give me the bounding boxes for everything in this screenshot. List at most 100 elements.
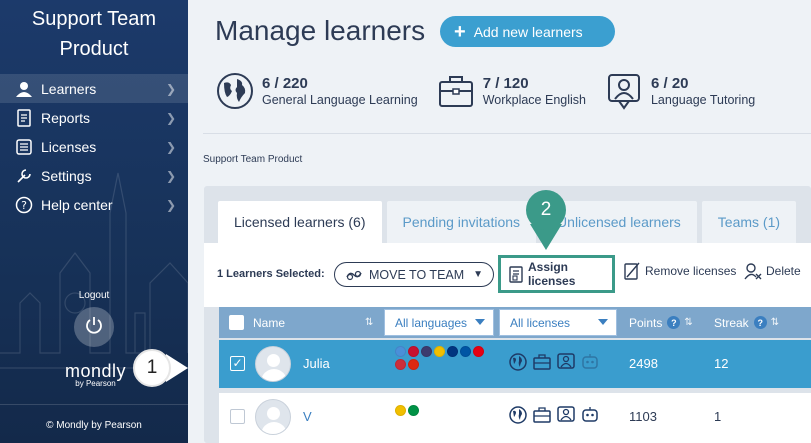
- stat-general-language: 6 / 220 General Language Learning: [215, 68, 418, 114]
- stat-label: Workplace English: [482, 92, 586, 107]
- logo-text: mondly: [64, 361, 127, 381]
- briefcase-icon: [533, 407, 551, 423]
- report-icon: [14, 108, 34, 127]
- stat-count: 7 / 120: [482, 74, 529, 92]
- learner-name[interactable]: Julia: [303, 356, 330, 371]
- sidebar-item-licenses[interactable]: Licenses ❯: [0, 132, 188, 161]
- sidebar-item-label: Licenses: [41, 138, 97, 155]
- select-all-checkbox[interactable]: [229, 315, 244, 330]
- chevron-right-icon: ❯: [165, 169, 176, 183]
- chevron-right-icon: ❯: [165, 140, 176, 154]
- language-flag-icon: [408, 359, 419, 370]
- move-to-team-label: MOVE TO TEAM: [369, 267, 465, 282]
- sidebar-item-reports[interactable]: Reports ❯: [0, 103, 188, 132]
- column-points[interactable]: Points ? ⇅: [629, 307, 693, 338]
- column-streak[interactable]: Streak ? ⇅: [714, 307, 779, 338]
- assign-licenses-label: Assign licenses: [528, 260, 576, 288]
- language-flags: [395, 405, 495, 416]
- avatar: [255, 399, 291, 435]
- sidebar-item-label: Settings: [41, 167, 92, 184]
- table-header: Name ⇅ All languages All licenses Points…: [219, 307, 811, 338]
- globe-icon: [217, 73, 253, 109]
- info-icon[interactable]: ?: [753, 316, 767, 329]
- sort-icon: ⇅: [684, 317, 693, 328]
- delete-button[interactable]: Delete: [744, 262, 811, 280]
- tab-licensed-learners[interactable]: Licensed learners (6): [218, 201, 382, 243]
- briefcase-icon: [533, 354, 551, 370]
- stat-count: 6 / 220: [262, 74, 308, 92]
- chevron-right-icon: ❯: [165, 82, 176, 96]
- remove-licenses-button[interactable]: Remove licenses: [624, 262, 736, 280]
- brand-line-1: Support Team: [31, 8, 157, 30]
- tab-teams[interactable]: Teams (1): [701, 201, 797, 243]
- delete-label: Delete: [766, 264, 801, 278]
- sidebar-item-help-center[interactable]: ? Help center ❯: [0, 190, 188, 219]
- tab-pending-invitations[interactable]: Pending invitations: [386, 201, 537, 243]
- list-icon: [14, 138, 34, 156]
- language-flag-icon: [395, 346, 406, 357]
- license-icon: [509, 265, 523, 283]
- column-name[interactable]: Name: [253, 307, 285, 338]
- chevron-right-icon: ❯: [165, 198, 176, 212]
- table-row[interactable]: ✓ Julia 2498 12: [219, 340, 811, 388]
- move-icon: [345, 269, 363, 281]
- row-checkbox[interactable]: [230, 409, 245, 424]
- table-row[interactable]: V 1103 1: [219, 393, 811, 443]
- language-flag-icon: [434, 346, 445, 357]
- info-icon[interactable]: ?: [667, 316, 681, 329]
- sort-icon: ⇅: [770, 317, 780, 328]
- sort-name-icon[interactable]: ⇅: [361, 307, 373, 338]
- column-name-label: Name: [253, 315, 286, 330]
- person-icon: [14, 80, 34, 98]
- mondly-logo: mondly by Pearson: [58, 362, 133, 388]
- add-new-learners-button[interactable]: + Add new learners: [440, 16, 615, 47]
- stat-count: 6 / 20: [650, 74, 689, 92]
- language-flag-icon: [447, 346, 458, 357]
- team-brand: Support Team Product: [0, 4, 188, 64]
- learner-streak: 12: [714, 356, 729, 371]
- add-button-label: Add new learners: [473, 23, 583, 40]
- logout-button[interactable]: [74, 307, 114, 347]
- caret-down-icon: [598, 319, 608, 325]
- stat-workplace-english: 7 / 120 Workplace English: [436, 68, 586, 114]
- brand-line-2: Product: [59, 38, 129, 60]
- svg-text:?: ?: [21, 199, 27, 212]
- stat-label: Language Tutoring: [650, 92, 756, 107]
- column-streak-label: Streak: [714, 315, 749, 330]
- learner-streak: 1: [714, 409, 722, 424]
- globe-icon: [509, 406, 527, 424]
- selection-count: 1 Learners Selected:: [217, 268, 325, 280]
- sidebar-nav: Learners ❯ Reports ❯ Licenses ❯ Settings…: [0, 74, 188, 219]
- assign-licenses-button[interactable]: Assign licenses: [498, 255, 615, 293]
- tutor-icon: [557, 406, 575, 422]
- move-to-team-dropdown[interactable]: MOVE TO TEAM ▼: [334, 262, 494, 287]
- column-points-label: Points: [629, 315, 663, 330]
- language-flags: [395, 346, 495, 370]
- languages-filter[interactable]: All languages: [384, 309, 494, 336]
- learner-name[interactable]: V: [303, 409, 312, 424]
- remove-licenses-label: Remove licenses: [645, 264, 737, 278]
- wrench-icon: [14, 167, 34, 185]
- license-stats: 6 / 220 General Language Learning 7 / 12…: [215, 68, 773, 114]
- licenses-filter[interactable]: All licenses: [499, 309, 617, 336]
- divider: [203, 133, 811, 134]
- learner-points: 1103: [629, 409, 657, 424]
- copyright: © Mondly by Pearson: [0, 404, 188, 443]
- sidebar-item-settings[interactable]: Settings ❯: [0, 161, 188, 190]
- learners-panel: Licensed learners (6) Pending invitation…: [204, 186, 811, 443]
- stat-language-tutoring: 6 / 20 Language Tutoring: [604, 68, 755, 114]
- sidebar-item-label: Reports: [41, 109, 91, 126]
- sidebar-item-learners[interactable]: Learners ❯: [0, 74, 188, 103]
- breadcrumb[interactable]: Support Team Product: [203, 154, 302, 165]
- language-flag-icon: [408, 405, 419, 416]
- caret-down-icon: [475, 319, 485, 325]
- sidebar-item-label: Help center: [41, 196, 113, 213]
- main-content: Manage learners + Add new learners 6 / 2…: [188, 0, 811, 443]
- row-checkbox-checked[interactable]: ✓: [230, 356, 245, 371]
- power-icon: [84, 315, 104, 340]
- caret-down-icon: ▼: [473, 269, 483, 280]
- stat-label: General Language Learning: [262, 92, 418, 107]
- remove-license-icon: [624, 262, 640, 280]
- avatar: [255, 346, 291, 382]
- logout-label: Logout: [78, 290, 110, 301]
